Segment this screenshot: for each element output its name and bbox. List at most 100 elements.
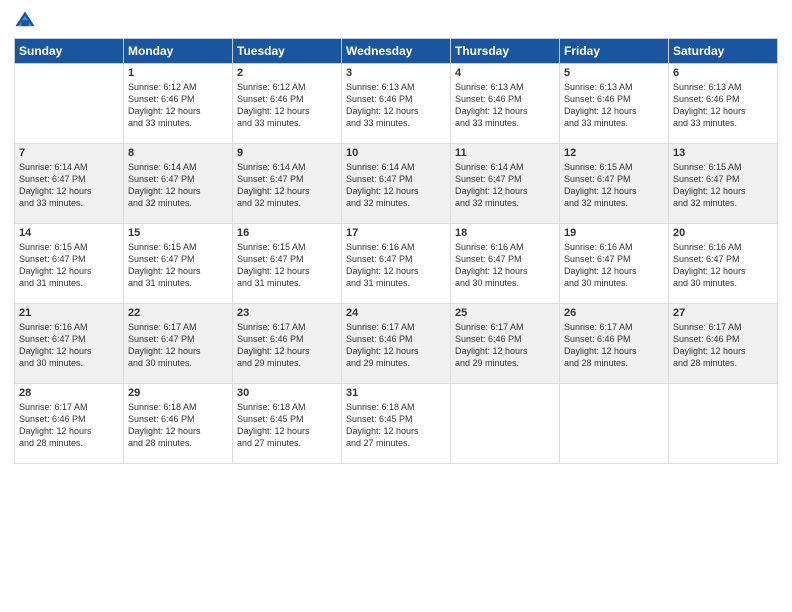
calendar-cell: 29Sunrise: 6:18 AM Sunset: 6:46 PM Dayli… (124, 384, 233, 464)
calendar-cell: 17 Sunrise: 6:16 AM Sunset: 6:47 PM Dayli… (342, 224, 451, 304)
day-number: 21 (19, 307, 119, 319)
header-day: Thursday (451, 39, 560, 64)
day-info: Sunrise: 6:16 AM Sunset: 6:47 PM Dayligh… (19, 321, 119, 370)
day-info: Sunrise: 6:17 AM Sunset: 6:46 PM Dayligh… (237, 321, 337, 370)
day-info: Sunrise: 6:12 AM Sunset: 6:46 PM Dayligh… (237, 81, 337, 130)
day-number: 31 (346, 387, 446, 399)
header-row: SundayMondayTuesdayWednesdayThursdayFrid… (15, 39, 778, 64)
calendar-cell: 31 Sunrise: 6:18 AM Sunset: 6:45 PM Dayli… (342, 384, 451, 464)
day-number: 4 (455, 67, 555, 79)
calendar-cell: 7 Sunrise: 6:14 AM Sunset: 6:47 PM Daylig… (15, 144, 124, 224)
calendar-row: 21 Sunrise: 6:16 AM Sunset: 6:47 PM Dayli… (15, 304, 778, 384)
calendar-table: SundayMondayTuesdayWednesdayThursdayFrid… (14, 38, 778, 464)
day-info: Sunrise: 6:17 AM Sunset: 6:46 PM Dayligh… (455, 321, 555, 370)
calendar-cell: 4 Sunrise: 6:13 AM Sunset: 6:46 PM Daylig… (451, 64, 560, 144)
calendar-cell: 5 Sunrise: 6:13 AM Sunset: 6:46 PM Daylig… (560, 64, 669, 144)
day-number: 20 (673, 227, 773, 239)
calendar-cell: 6 Sunrise: 6:13 AM Sunset: 6:46 PM Daylig… (669, 64, 778, 144)
day-info: Sunrise: 6:17 AM Sunset: 6:46 PM Dayligh… (19, 401, 119, 450)
day-info: Sunrise: 6:13 AM Sunset: 6:46 PM Dayligh… (455, 81, 555, 130)
header-day: Saturday (669, 39, 778, 64)
calendar-cell: 19Sunrise: 6:16 AM Sunset: 6:47 PM Dayli… (560, 224, 669, 304)
calendar-cell (560, 384, 669, 464)
day-info: Sunrise: 6:16 AM Sunset: 6:47 PM Dayligh… (673, 241, 773, 290)
day-info: Sunrise: 6:15 AM Sunset: 6:47 PM Dayligh… (564, 161, 664, 210)
calendar-cell: 26 Sunrise: 6:17 AM Sunset: 6:46 PM Dayli… (560, 304, 669, 384)
logo-icon (14, 10, 36, 32)
day-info: Sunrise: 6:18 AM Sunset: 6:45 PM Dayligh… (237, 401, 337, 450)
day-number: 26 (564, 307, 664, 319)
calendar-row: 7 Sunrise: 6:14 AM Sunset: 6:47 PM Daylig… (15, 144, 778, 224)
day-number: 22 (128, 307, 228, 319)
day-number: 14 (19, 227, 119, 239)
calendar-cell: 11 Sunrise: 6:14 AM Sunset: 6:47 PM Dayli… (451, 144, 560, 224)
day-info: Sunrise: 6:15 AM Sunset: 6:47 PM Dayligh… (19, 241, 119, 290)
calendar-cell (669, 384, 778, 464)
day-number: 25 (455, 307, 555, 319)
day-number: 18 (455, 227, 555, 239)
day-info: Sunrise: 6:14 AM Sunset: 6:47 PM Dayligh… (237, 161, 337, 210)
header-day: Tuesday (233, 39, 342, 64)
day-info: Sunrise: 6:12 AM Sunset: 6:46 PM Dayligh… (128, 81, 228, 130)
logo (14, 10, 39, 32)
day-info: Sunrise: 6:17 AM Sunset: 6:46 PM Dayligh… (564, 321, 664, 370)
day-info: Sunrise: 6:18 AM Sunset: 6:46 PM Dayligh… (128, 401, 228, 450)
day-number: 28 (19, 387, 119, 399)
day-info: Sunrise: 6:16 AM Sunset: 6:47 PM Dayligh… (564, 241, 664, 290)
day-info: Sunrise: 6:17 AM Sunset: 6:47 PM Dayligh… (128, 321, 228, 370)
calendar-cell: 9 Sunrise: 6:14 AM Sunset: 6:47 PM Daylig… (233, 144, 342, 224)
day-number: 5 (564, 67, 664, 79)
day-number: 9 (237, 147, 337, 159)
day-info: Sunrise: 6:14 AM Sunset: 6:47 PM Dayligh… (19, 161, 119, 210)
day-number: 12 (564, 147, 664, 159)
calendar-cell: 12 Sunrise: 6:15 AM Sunset: 6:47 PM Dayli… (560, 144, 669, 224)
calendar-cell: 15Sunrise: 6:15 AM Sunset: 6:47 PM Dayli… (124, 224, 233, 304)
calendar-cell: 13 Sunrise: 6:15 AM Sunset: 6:47 PM Dayli… (669, 144, 778, 224)
day-info: Sunrise: 6:14 AM Sunset: 6:47 PM Dayligh… (455, 161, 555, 210)
day-number: 1 (128, 67, 228, 79)
day-number: 11 (455, 147, 555, 159)
calendar-cell: 28 Sunrise: 6:17 AM Sunset: 6:46 PM Dayli… (15, 384, 124, 464)
calendar-cell: 22 Sunrise: 6:17 AM Sunset: 6:47 PM Dayli… (124, 304, 233, 384)
day-number: 8 (128, 147, 228, 159)
day-info: Sunrise: 6:16 AM Sunset: 6:47 PM Dayligh… (346, 241, 446, 290)
calendar-cell (451, 384, 560, 464)
calendar-cell: 30 Sunrise: 6:18 AM Sunset: 6:45 PM Dayli… (233, 384, 342, 464)
day-number: 6 (673, 67, 773, 79)
header (14, 10, 778, 32)
day-info: Sunrise: 6:16 AM Sunset: 6:47 PM Dayligh… (455, 241, 555, 290)
calendar-cell: 1 Sunrise: 6:12 AM Sunset: 6:46 PM Daylig… (124, 64, 233, 144)
calendar-cell: 27 Sunrise: 6:17 AM Sunset: 6:46 PM Dayli… (669, 304, 778, 384)
day-number: 17 (346, 227, 446, 239)
day-info: Sunrise: 6:18 AM Sunset: 6:45 PM Dayligh… (346, 401, 446, 450)
day-number: 10 (346, 147, 446, 159)
day-number: 2 (237, 67, 337, 79)
day-info: Sunrise: 6:17 AM Sunset: 6:46 PM Dayligh… (346, 321, 446, 370)
page: SundayMondayTuesdayWednesdayThursdayFrid… (0, 0, 792, 612)
day-number: 30 (237, 387, 337, 399)
header-day: Sunday (15, 39, 124, 64)
calendar-cell: 23 Sunrise: 6:17 AM Sunset: 6:46 PM Dayli… (233, 304, 342, 384)
day-number: 7 (19, 147, 119, 159)
day-info: Sunrise: 6:13 AM Sunset: 6:46 PM Dayligh… (564, 81, 664, 130)
day-number: 27 (673, 307, 773, 319)
day-number: 24 (346, 307, 446, 319)
day-info: Sunrise: 6:17 AM Sunset: 6:46 PM Dayligh… (673, 321, 773, 370)
day-number: 23 (237, 307, 337, 319)
day-number: 13 (673, 147, 773, 159)
calendar-cell: 2 Sunrise: 6:12 AM Sunset: 6:46 PM Daylig… (233, 64, 342, 144)
calendar-cell: 3Sunrise: 6:13 AM Sunset: 6:46 PM Daylig… (342, 64, 451, 144)
day-info: Sunrise: 6:15 AM Sunset: 6:47 PM Dayligh… (128, 241, 228, 290)
header-day: Monday (124, 39, 233, 64)
calendar-cell: 16Sunrise: 6:15 AM Sunset: 6:47 PM Dayli… (233, 224, 342, 304)
calendar-cell: 10 Sunrise: 6:14 AM Sunset: 6:47 PM Dayli… (342, 144, 451, 224)
day-info: Sunrise: 6:13 AM Sunset: 6:46 PM Dayligh… (673, 81, 773, 130)
day-info: Sunrise: 6:14 AM Sunset: 6:47 PM Dayligh… (346, 161, 446, 210)
calendar-row: 14 Sunrise: 6:15 AM Sunset: 6:47 PM Dayli… (15, 224, 778, 304)
calendar-cell (15, 64, 124, 144)
calendar-row: 1 Sunrise: 6:12 AM Sunset: 6:46 PM Daylig… (15, 64, 778, 144)
calendar-cell: 14 Sunrise: 6:15 AM Sunset: 6:47 PM Dayli… (15, 224, 124, 304)
calendar-cell: 25 Sunrise: 6:17 AM Sunset: 6:46 PM Dayli… (451, 304, 560, 384)
day-info: Sunrise: 6:13 AM Sunset: 6:46 PM Dayligh… (346, 81, 446, 130)
day-info: Sunrise: 6:15 AM Sunset: 6:47 PM Dayligh… (673, 161, 773, 210)
